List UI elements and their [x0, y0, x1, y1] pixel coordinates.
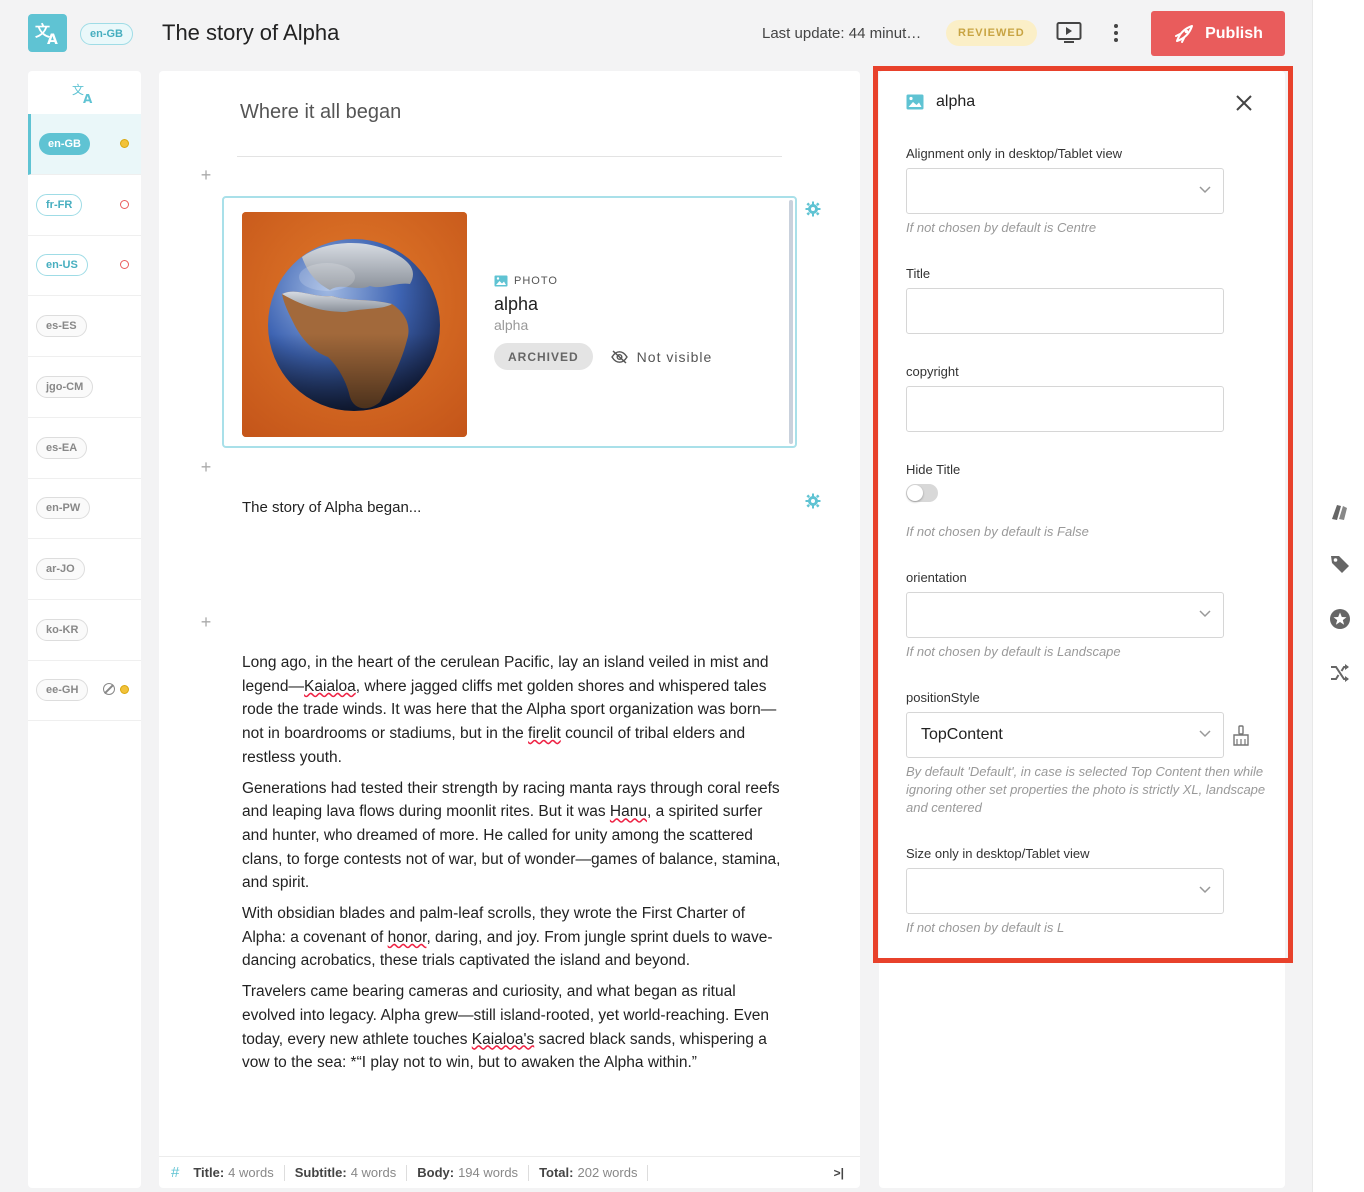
body-paragraph: Long ago, in the heart of the cerulean P… — [242, 651, 792, 770]
tag-icon[interactable] — [1329, 553, 1351, 575]
locale-badge: ko-KR — [36, 618, 89, 641]
divider — [237, 156, 782, 157]
sidebar-item-es-es[interactable]: es-ES — [28, 296, 141, 358]
locale-badge: en-GB — [39, 133, 90, 155]
sidebar-item-en-pw[interactable]: en-PW — [28, 478, 141, 540]
translate-logo-icon[interactable]: 文A — [28, 14, 67, 52]
rocket-icon — [1175, 24, 1194, 43]
sidebar-item-en-us[interactable]: en-US — [28, 235, 141, 297]
locale-badge: es-EA — [36, 436, 88, 459]
word-count-title: Title: 4 words — [183, 1164, 285, 1181]
body-paragraph: Generations had tested their strength by… — [242, 777, 792, 896]
locale-badge: fr-FR — [36, 193, 83, 216]
publish-label: Publish — [1205, 24, 1263, 42]
locale-badge: en-US — [36, 254, 88, 277]
photo-block-scrollbar[interactable] — [789, 200, 793, 444]
highlight-box — [873, 66, 1293, 963]
word-count-subtitle: Subtitle: 4 words — [285, 1164, 408, 1181]
publish-button[interactable]: Publish — [1151, 11, 1285, 56]
hash-icon: # — [171, 1164, 180, 1181]
word-count-bar: # Title: 4 words Subtitle: 4 words Body: 19… — [159, 1156, 860, 1188]
sidebar-item-jgo-cm[interactable]: jgo-CM — [28, 357, 141, 418]
sidebar-item-ee-gh[interactable]: ee-GH — [28, 660, 141, 722]
photo-subname: alpha — [494, 317, 529, 333]
add-block-plus-icon[interactable]: + — [199, 613, 213, 631]
block-settings-gear-icon[interactable] — [805, 201, 821, 217]
photo-meta: PHOTO alpha alpha ARCHIVED Not visible — [494, 275, 712, 370]
image-icon — [494, 275, 508, 287]
misspelled-word: Hanu — [609, 803, 647, 821]
add-block-plus-icon[interactable]: + — [199, 166, 213, 184]
locale-badge: ar-JO — [36, 557, 85, 580]
sidebar-item-fr-fr[interactable]: fr-FR — [28, 175, 141, 236]
translate-icon: 文A — [72, 81, 96, 106]
misspelled-word: Kaialoa — [304, 677, 356, 695]
intro-text[interactable]: The story of Alpha began... — [242, 499, 421, 516]
right-toolbar — [1312, 0, 1364, 1192]
svg-text:A: A — [83, 92, 93, 105]
top-bar: 文A en-GB The story of Alpha Last update:… — [0, 0, 1312, 66]
block-settings-gear-icon[interactable] — [805, 493, 821, 509]
photo-type-text: PHOTO — [514, 275, 558, 287]
svg-text:A: A — [47, 32, 58, 46]
content-editor: Where it all began + PHOTO alpha alpha A… — [159, 71, 860, 1188]
visibility-text: Not visible — [636, 348, 713, 365]
photo-thumbnail — [242, 212, 467, 437]
last-update-text: Last update: 44 minut… — [762, 25, 922, 42]
star-icon[interactable] — [1329, 608, 1351, 630]
more-options-icon[interactable] — [1108, 20, 1124, 46]
collapse-bar-icon[interactable]: >| — [834, 1166, 844, 1180]
sidebar-item-ko-kr[interactable]: ko-KR — [28, 600, 141, 661]
sidebar-item-en-gb[interactable]: en-GB — [28, 114, 141, 175]
photo-type-label: PHOTO — [494, 275, 712, 287]
eye-off-icon — [610, 349, 628, 364]
misspelled-word: firelit — [528, 725, 561, 743]
layers-icon[interactable] — [1329, 501, 1351, 523]
status-dot-icon — [120, 260, 129, 270]
locale-badge: ee-GH — [36, 679, 89, 702]
ban-icon — [103, 683, 115, 696]
misspelled-word: Kaialoa's — [471, 1030, 535, 1048]
word-count-body: Body: 194 words — [407, 1164, 530, 1181]
photo-tags: ARCHIVED Not visible — [494, 343, 712, 370]
photo-block[interactable]: PHOTO alpha alpha ARCHIVED Not visible — [222, 196, 797, 448]
photo-name: alpha — [494, 294, 539, 314]
body-paragraph: Travelers came bearing cameras and curio… — [242, 980, 792, 1075]
misspelled-word: honor — [387, 928, 427, 946]
status-badge: REVIEWED — [946, 20, 1037, 46]
sidebar-item-ar-jo[interactable]: ar-JO — [28, 539, 141, 600]
add-block-plus-icon[interactable]: + — [199, 458, 213, 476]
current-locale-badge[interactable]: en-GB — [80, 23, 133, 45]
locale-sidebar: 文A en-GB fr-FR en-US es-ES jgo-CM es-EA en-PW a… — [28, 71, 141, 1188]
locale-badge: jgo-CM — [36, 375, 94, 398]
subtitle-field[interactable]: Where it all began — [240, 101, 401, 124]
locale-badge: en-PW — [36, 497, 91, 520]
visibility-status: Not visible — [610, 348, 713, 365]
page-title: The story of Alpha — [162, 20, 340, 45]
body-paragraph: With obsidian blades and palm-leaf scrol… — [242, 902, 792, 973]
archived-badge: ARCHIVED — [494, 343, 593, 370]
shuffle-icon[interactable] — [1329, 662, 1351, 684]
locale-badge: es-ES — [36, 315, 87, 338]
preview-icon[interactable] — [1056, 21, 1082, 45]
sidebar-item-es-ea[interactable]: es-EA — [28, 418, 141, 479]
status-dot-icon — [120, 199, 129, 209]
status-dot-icon — [120, 685, 129, 695]
status-dot-icon — [120, 139, 129, 148]
word-count-total: Total: 202 words — [529, 1164, 649, 1181]
body-text-block[interactable]: Long ago, in the heart of the cerulean P… — [242, 651, 792, 1082]
